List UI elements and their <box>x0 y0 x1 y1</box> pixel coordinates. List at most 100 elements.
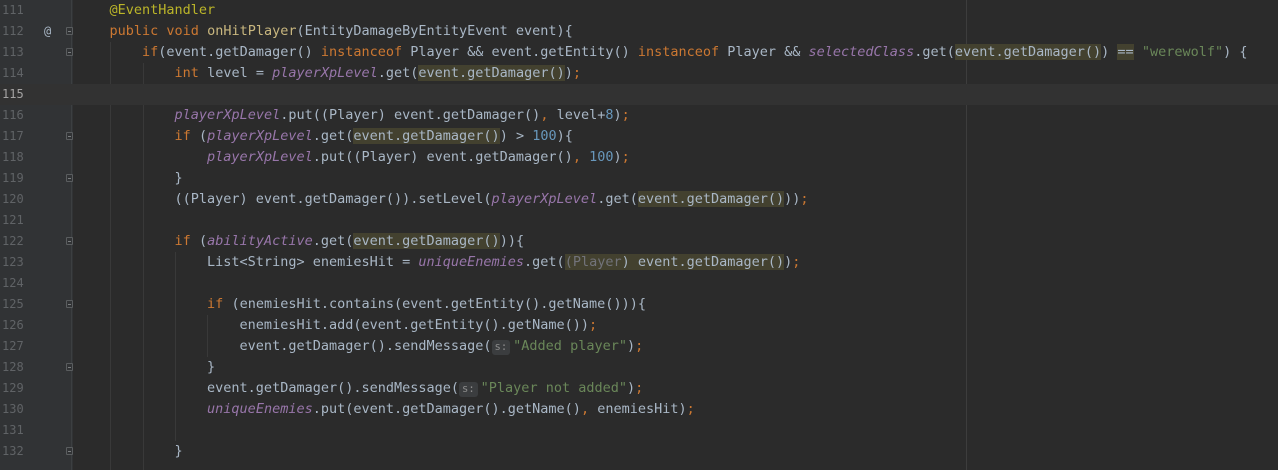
code-token: uniqueEnemies <box>418 254 525 270</box>
code-line[interactable]: 131 <box>0 420 1278 441</box>
code-token: "Added player" <box>513 338 627 354</box>
code-line[interactable]: 113 if(event.getDamager() instanceof Pla… <box>0 42 1278 63</box>
parameter-hint: s: <box>491 340 511 355</box>
fold-toggle-icon[interactable] <box>66 300 73 308</box>
code-line[interactable]: 114 int level = playerXpLevel.get(event.… <box>0 63 1278 84</box>
code-text: @EventHandler <box>77 0 216 21</box>
code-line[interactable]: 119 } <box>0 168 1278 189</box>
fold-toggle-icon[interactable] <box>66 48 73 56</box>
line-number: 117 <box>2 129 24 143</box>
line-number: 118 <box>2 150 24 164</box>
code-token: if <box>142 44 159 60</box>
code-line[interactable]: 116 playerXpLevel.put((Player) event.get… <box>0 105 1278 126</box>
code-text: event.getDamager().sendMessage(s: "Player… <box>77 378 643 399</box>
code-line[interactable]: 128 } <box>0 357 1278 378</box>
code-line[interactable]: 112 @ public void onHitPlayer(EntityDamag… <box>0 21 1278 42</box>
fold-toggle-icon[interactable] <box>66 132 73 140</box>
code-token: ) > <box>499 128 533 144</box>
code-text: event.getDamager().sendMessage(s: "Added … <box>77 336 643 357</box>
fold-toggle-icon[interactable] <box>66 447 73 455</box>
code-token: int <box>174 65 208 81</box>
line-number: 126 <box>2 318 24 332</box>
code-token: selectedClass <box>808 44 915 60</box>
code-text: if (playerXpLevel.get(event.getDamager()… <box>77 126 573 147</box>
code-line[interactable]: 123 List<String> enemiesHit = uniqueEnem… <box>0 252 1278 273</box>
line-number: 116 <box>2 108 24 122</box>
code-text: playerXpLevel.put((Player) event.getDama… <box>77 105 630 126</box>
line-number: 131 <box>2 423 24 437</box>
line-number: 130 <box>2 402 24 416</box>
code-token: (enemiesHit.contains(event.getEntity().g… <box>231 296 646 312</box>
fold-toggle-icon[interactable] <box>66 174 73 182</box>
code-line[interactable]: 125 if (enemiesHit.contains(event.getEnt… <box>0 294 1278 315</box>
code-token: 8 <box>605 107 614 123</box>
code-token: ; <box>635 380 644 396</box>
code-token: ; <box>792 254 801 270</box>
code-token: if <box>174 128 199 144</box>
line-number: 128 <box>2 360 24 374</box>
code-line[interactable]: 124 <box>0 273 1278 294</box>
fold-toggle-icon[interactable] <box>66 27 73 35</box>
code-line[interactable]: 130 uniqueEnemies.put(event.getDamager()… <box>0 399 1278 420</box>
code-token: level = <box>207 65 273 81</box>
code-token: onHitPlayer <box>207 23 297 39</box>
code-token: .put(event.getDamager().getName() <box>312 401 581 417</box>
code-line[interactable]: 129 event.getDamager().sendMessage(s: "Pl… <box>0 378 1278 399</box>
code-token: .put((Player) event.getDamager() <box>280 107 541 123</box>
fold-toggle-icon[interactable] <box>66 363 73 371</box>
code-token: enemiesHit.add(event.getEntity().getName… <box>77 317 590 333</box>
line-number: 114 <box>2 66 24 80</box>
code-token: , <box>540 107 557 123</box>
code-text: } <box>77 357 215 378</box>
line-number: 124 <box>2 276 24 290</box>
code-text: if(event.getDamager() instanceof Player … <box>77 42 1248 63</box>
code-editor[interactable]: 111 @EventHandler 112 @ public void onHitP… <box>0 0 1278 462</box>
code-token: ) <box>613 107 622 123</box>
code-line[interactable]: 126 enemiesHit.add(event.getEntity().get… <box>0 315 1278 336</box>
line-number: 123 <box>2 255 24 269</box>
code-token: ; <box>621 107 630 123</box>
code-token: ; <box>800 191 809 207</box>
line-number: 120 <box>2 192 24 206</box>
code-token: ) <box>613 149 622 165</box>
code-token: event.getDamager() <box>353 233 500 249</box>
parameter-hint: s: <box>459 382 478 397</box>
code-token: Player && event.getEntity() <box>410 44 638 60</box>
code-token: "werewolf" <box>1141 44 1224 60</box>
code-token: .get( <box>377 65 419 81</box>
code-token: ) event.getDamager() <box>621 254 785 270</box>
code-line[interactable]: 115 <box>0 84 1278 105</box>
code-token: event.getDamager() <box>418 65 565 81</box>
code-token: playerXpLevel <box>174 107 281 123</box>
code-line[interactable]: 118 playerXpLevel.put((Player) event.get… <box>0 147 1278 168</box>
code-token: .get( <box>524 254 565 270</box>
code-token: @EventHandler <box>109 2 216 18</box>
code-token: public void <box>109 23 208 39</box>
code-token: } <box>77 443 183 459</box>
code-token: } <box>77 170 183 186</box>
override-marker-icon[interactable]: @ <box>44 21 51 42</box>
line-number: 115 <box>2 87 24 101</box>
code-token: 100 <box>532 128 557 144</box>
line-number: 129 <box>2 381 24 395</box>
code-line[interactable]: 127 event.getDamager().sendMessage(s: "Ad… <box>0 336 1278 357</box>
code-token: List<String> enemiesHit = <box>77 254 419 270</box>
code-line[interactable]: 111 @EventHandler <box>0 0 1278 21</box>
code-line[interactable]: 122 if (abilityActive.get(event.getDamag… <box>0 231 1278 252</box>
line-number: 127 <box>2 339 24 353</box>
code-text: playerXpLevel.put((Player) event.getDama… <box>77 147 630 168</box>
code-token: playerXpLevel <box>491 191 598 207</box>
code-line[interactable]: 120 ((Player) event.getDamager()).setLev… <box>0 189 1278 210</box>
code-line[interactable]: 121 <box>0 210 1278 231</box>
code-line[interactable]: 117 if (playerXpLevel.get(event.getDamag… <box>0 126 1278 147</box>
code-token: ( <box>198 128 208 144</box>
fold-toggle-icon[interactable] <box>66 237 73 245</box>
code-token: (EntityDamageByEntityEvent event){ <box>296 23 573 39</box>
code-line[interactable]: 132 } <box>0 441 1278 462</box>
